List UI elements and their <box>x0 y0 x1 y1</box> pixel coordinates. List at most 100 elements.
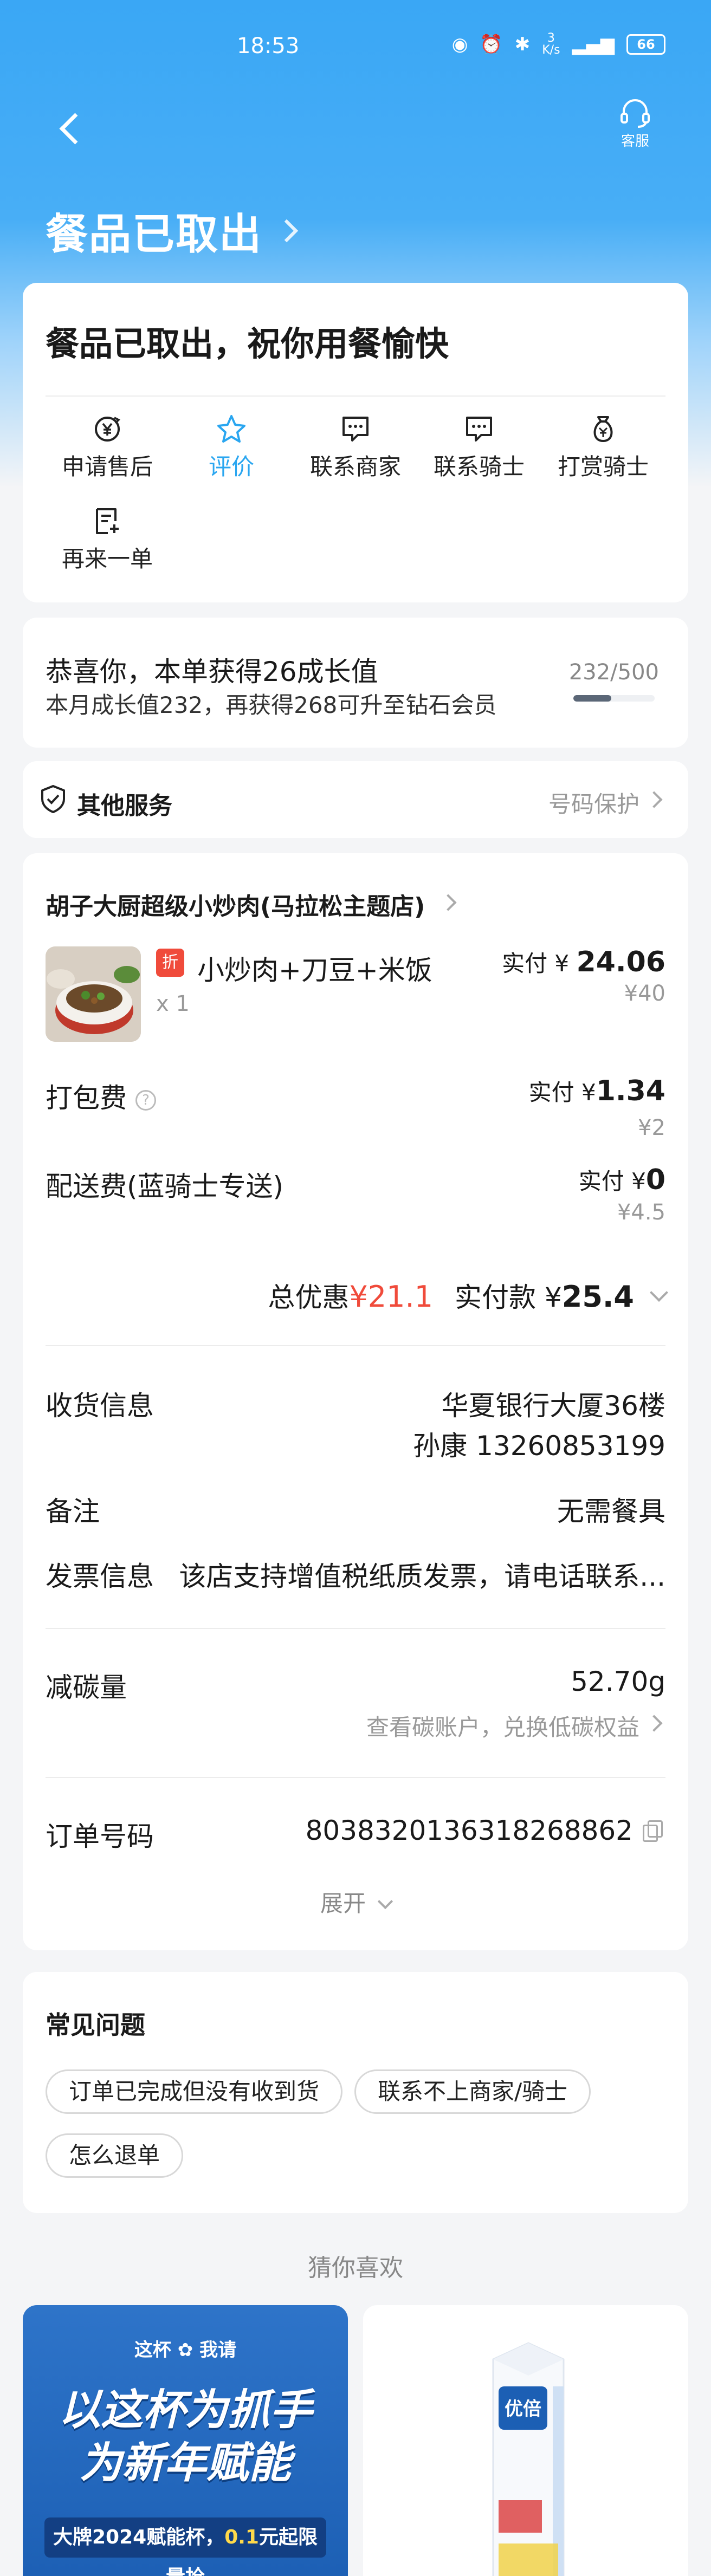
action-contact-rider[interactable]: 联系骑士 <box>417 413 541 482</box>
chevron-right-icon <box>645 1715 663 1732</box>
promo-brand: 这杯 ✿ 我请 <box>134 2339 237 2361</box>
yen-refund-icon <box>91 413 124 445</box>
chat-icon <box>339 413 372 445</box>
packing-original-price: ¥2 <box>638 1115 665 1140</box>
customer-service-button[interactable]: 客服 <box>611 98 660 150</box>
chevron-down-icon <box>377 1893 393 1910</box>
action-review[interactable]: 评价 <box>170 413 293 482</box>
delivery-original-price: ¥4.5 <box>617 1200 665 1225</box>
action-label: 再来一单 <box>61 546 153 572</box>
net-speed: 3 K/s <box>542 31 560 57</box>
carbon-account-link[interactable]: 查看碳账户，兑换低碳权益 <box>366 1709 639 1742</box>
status-headline: 餐品已取出，祝你用餐愉快 <box>46 324 449 364</box>
customer-service-label: 客服 <box>620 133 649 150</box>
reorder-icon <box>91 505 124 537</box>
chat-icon <box>463 413 495 445</box>
order-detail-card: 胡子大厨超级小炒肉(马拉松主题店) 折 小炒肉+刀豆+米饭 x 1 实付 ¥ 2… <box>23 853 688 1950</box>
packing-paid: 实付 ¥1.34 <box>529 1074 665 1107</box>
shield-check-icon <box>41 785 65 813</box>
paid-amount: 24.06 <box>576 946 665 978</box>
growth-card[interactable]: 恭喜你，本单获得26成长值 本月成长值232，再获得268可升至钻石会员 232… <box>23 618 688 748</box>
chevron-down-icon <box>650 1283 668 1302</box>
action-label: 打赏骑士 <box>557 453 649 480</box>
divider <box>46 1628 665 1629</box>
status-card: 餐品已取出，祝你用餐愉快 申请售后 评价 联系商家 联系骑士 打赏骑士 再来一单 <box>23 283 688 602</box>
copy-icon[interactable] <box>643 1820 663 1842</box>
growth-progress-fill <box>573 695 611 702</box>
promo-headline-line: 为新年赋能 <box>79 2439 291 2488</box>
action-tip-rider[interactable]: 打赏骑士 <box>541 413 665 482</box>
discount-label: 总优惠 <box>268 1282 350 1313</box>
item-paid: 实付 ¥ 24.06 <box>502 945 665 978</box>
order-status-title[interactable]: 餐品已取出 <box>46 200 299 261</box>
help-icon[interactable]: ? <box>135 1089 156 1111</box>
divider <box>46 1345 665 1346</box>
receive-address: 华夏银行大厦36楼 <box>441 1390 665 1422</box>
paid-prefix: 实付 ¥ <box>578 1168 646 1195</box>
order-totals[interactable]: 总优惠 ¥21.1 实付款 ¥ 25.4 <box>268 1276 668 1315</box>
packing-fee-text: 打包费 <box>46 1082 127 1114</box>
status-icons: ◉ ⏰ ✱ 3 K/s ▂▄▆ 66 <box>452 33 665 56</box>
signal-icon: ▂▄▆ <box>572 34 615 55</box>
promo-headline: 以这杯为抓手 为新年赋能 <box>23 2384 348 2490</box>
chevron-right-icon <box>275 219 299 243</box>
battery-icon: 66 <box>626 34 665 55</box>
number-protection-label: 号码保护 <box>548 791 639 817</box>
faq-item[interactable]: 订单已完成但没有收到货 <box>46 2069 343 2114</box>
promo-strip-price: 0.1 <box>224 2526 259 2548</box>
recommend-card-right[interactable]: 优倍 <box>363 2305 688 2576</box>
growth-title: 恭喜你，本单获得26成长值 <box>46 656 378 687</box>
action-after-sale[interactable]: 申请售后 <box>46 413 169 482</box>
shop-name[interactable]: 胡子大厨超级小炒肉(马拉松主题店) <box>46 887 425 922</box>
paid-prefix: 实付 ¥ <box>528 1079 596 1106</box>
invoice-value: 该店支持增值税纸质发票，请电话联系... <box>179 1561 665 1592</box>
status-bar: 18:53 ◉ ⏰ ✱ 3 K/s ▂▄▆ 66 <box>0 0 711 92</box>
recommend-card-left[interactable]: 这杯 ✿ 我请 以这杯为抓手 为新年赋能 大牌2024赋能杯，0.1元起限量抢 <box>23 2305 348 2576</box>
expand-button[interactable]: 展开 <box>23 1885 688 1918</box>
status-time: 18:53 <box>237 34 300 59</box>
expand-label: 展开 <box>320 1890 366 1917</box>
money-bag-icon <box>587 413 619 445</box>
faq-item[interactable]: 怎么退单 <box>46 2133 184 2178</box>
action-label: 联系骑士 <box>433 453 525 480</box>
item-thumbnail <box>46 946 141 1042</box>
item-original-price: ¥40 <box>624 981 665 1006</box>
services-title: 其他服务 <box>77 792 172 820</box>
promo-strip: 大牌2024赋能杯，0.1元起限量抢 <box>44 2517 326 2576</box>
packing-fee-label: 打包费? <box>46 1076 156 1115</box>
invoice-label: 发票信息 <box>46 1561 154 1592</box>
receive-contact: 孙康 13260853199 <box>413 1430 665 1462</box>
paid-prefix: 实付 ¥ <box>502 950 577 977</box>
food-image <box>46 946 141 1042</box>
action-label: 评价 <box>208 453 254 480</box>
faq-card: 常见问题 订单已完成但没有收到货 联系不上商家/骑士 怎么退单 <box>23 1972 688 2213</box>
bluetooth-icon: ✱ <box>514 34 531 55</box>
paid-amount: 1.34 <box>596 1075 665 1107</box>
carbon-label: 减碳量 <box>46 1672 127 1703</box>
discount-amount: ¥21.1 <box>349 1280 434 1314</box>
remark-value: 无需餐具 <box>557 1496 665 1527</box>
faq-item[interactable]: 联系不上商家/骑士 <box>354 2069 591 2114</box>
order-number-label: 订单号码 <box>46 1821 154 1852</box>
action-contact-merchant[interactable]: 联系商家 <box>294 413 417 482</box>
item-quantity: x 1 <box>156 991 190 1016</box>
order-number-value: 8038320136318268862 <box>305 1815 633 1846</box>
action-reorder[interactable]: 再来一单 <box>46 505 169 574</box>
headset-icon <box>620 99 650 128</box>
pay-label: 实付款 ¥ <box>455 1282 562 1313</box>
page-title: 餐品已取出 <box>46 210 263 259</box>
divider <box>46 395 665 397</box>
pay-amount: 25.4 <box>561 1280 634 1314</box>
other-services-card[interactable]: 其他服务 号码保护 <box>23 761 688 838</box>
promo-strip-text: 大牌2024赋能杯， <box>53 2526 225 2548</box>
item-name: 小炒肉+刀豆+米饭 <box>197 955 432 986</box>
back-button[interactable] <box>54 106 87 149</box>
delivery-paid: 实付 ¥0 <box>579 1163 665 1196</box>
eye-icon: ◉ <box>451 34 468 55</box>
carbon-value: 52.70g <box>571 1666 665 1697</box>
chevron-right-icon <box>439 894 457 911</box>
paid-amount: 0 <box>645 1164 665 1196</box>
shop-name-text: 胡子大厨超级小炒肉(马拉松主题店) <box>46 893 425 920</box>
growth-progress-text: 232/500 <box>568 660 659 685</box>
alarm-icon: ⏰ <box>480 34 503 55</box>
